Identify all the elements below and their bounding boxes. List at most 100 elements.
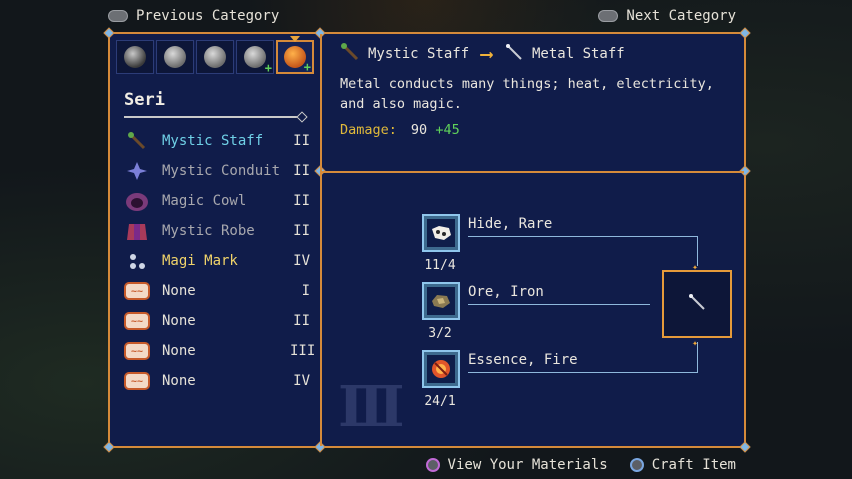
item-label: Mystic Robe	[162, 223, 255, 239]
view-materials-label: View Your Materials	[447, 457, 608, 473]
shoulder-button-icon	[598, 10, 619, 22]
list-item[interactable]: Magic Cowl II	[124, 186, 310, 216]
list-item[interactable]: Magi Mark IV	[124, 246, 310, 276]
cowl-icon	[124, 190, 150, 212]
material-name: Ore, Iron	[468, 284, 544, 300]
staff-icon	[340, 42, 360, 66]
item-tier: II	[293, 193, 310, 209]
empty-slot-icon: ~~	[124, 340, 150, 362]
material-slot[interactable]	[422, 282, 460, 320]
craft-item-label: Craft Item	[651, 457, 736, 473]
item-label: None	[162, 283, 196, 299]
ore-icon	[427, 287, 455, 315]
shoulder-button-icon	[108, 10, 128, 22]
name-underline	[124, 116, 302, 118]
item-label: Magi Mark	[162, 253, 238, 269]
character-portrait-icon	[244, 46, 266, 68]
list-item[interactable]: Mystic Robe II	[124, 216, 310, 246]
previous-category-label: Previous Category	[136, 8, 280, 24]
character-portrait-icon	[204, 46, 226, 68]
square-button-icon	[425, 458, 440, 472]
list-item[interactable]: Mystic Staff II	[124, 126, 310, 156]
next-category-hint[interactable]: Next Category	[598, 6, 736, 26]
damage-stat: Damage: 90 +45	[340, 122, 460, 138]
crafting-panel: + + Seri Mystic Staff II Mystic Conduit …	[103, 27, 751, 453]
material-name: Hide, Rare	[468, 216, 553, 232]
item-label: Magic Cowl	[162, 193, 247, 209]
tab-character-3[interactable]	[196, 40, 234, 74]
damage-base: 90	[410, 122, 428, 138]
item-tier: II	[293, 133, 310, 149]
character-portrait-icon	[284, 46, 306, 68]
material-count: 24/1	[424, 394, 456, 409]
selected-arrow-icon	[290, 36, 300, 42]
bottom-controls: View Your Materials Craft Item	[425, 457, 736, 473]
fire-essence-icon	[427, 355, 455, 383]
hide-icon	[427, 219, 455, 247]
plus-icon: +	[264, 61, 272, 75]
material-count: 11/4	[424, 258, 456, 273]
item-label: None	[162, 373, 196, 389]
item-tier: I	[301, 283, 310, 299]
item-tier: III	[290, 343, 316, 359]
metal-staff-icon	[504, 42, 524, 66]
connector-line	[468, 304, 650, 305]
tier-indicator: III	[338, 374, 405, 440]
panel-divider-vertical	[320, 34, 322, 446]
item-tier: IV	[293, 253, 310, 269]
list-item[interactable]: ~~ None IV	[124, 366, 310, 396]
metal-staff-icon	[685, 290, 709, 318]
list-item[interactable]: ~~ None II	[124, 306, 310, 336]
empty-slot-icon: ~~	[124, 280, 150, 302]
crafted-result-slot[interactable]	[662, 270, 732, 338]
upgrade-from: Mystic Staff	[368, 46, 470, 62]
sparkle-icon: ✦	[692, 262, 699, 273]
conduit-icon	[124, 160, 150, 182]
tab-character-5[interactable]: +	[276, 36, 314, 74]
item-tier: II	[293, 223, 310, 239]
tab-character-4[interactable]: +	[236, 40, 274, 75]
amulet-icon	[124, 250, 150, 272]
item-tier: II	[293, 313, 310, 329]
character-portrait-icon	[164, 46, 186, 68]
item-tier: IV	[293, 373, 310, 389]
upgrade-path: Mystic Staff ⟶ Metal Staff	[340, 42, 625, 66]
list-item[interactable]: Mystic Conduit II	[124, 156, 310, 186]
plus-icon: +	[303, 60, 311, 74]
item-label: Mystic Conduit	[162, 163, 281, 179]
tab-character-1[interactable]	[116, 40, 154, 74]
connector-line	[468, 372, 698, 373]
character-portrait-icon	[124, 46, 146, 68]
equipment-list: Mystic Staff II Mystic Conduit II Magic …	[124, 126, 316, 396]
character-name: Seri	[124, 90, 165, 110]
sparkle-icon: ✦	[692, 338, 699, 349]
staff-icon	[124, 130, 150, 152]
material-name: Essence, Fire	[468, 352, 578, 368]
list-item[interactable]: ~~ None III	[124, 336, 316, 366]
previous-category-hint[interactable]: Previous Category	[108, 6, 279, 26]
connector-line	[468, 236, 698, 237]
item-label: None	[162, 343, 196, 359]
damage-bonus: +45	[435, 122, 460, 138]
tab-character-2[interactable]	[156, 40, 194, 74]
item-tier: II	[293, 163, 310, 179]
damage-label: Damage:	[340, 122, 397, 138]
x-button-icon	[629, 458, 644, 472]
robe-icon	[124, 220, 150, 242]
arrow-right-icon: ⟶	[481, 43, 492, 65]
empty-slot-icon: ~~	[124, 310, 150, 332]
panel-divider-horizontal	[322, 171, 744, 173]
item-description: Metal conducts many things; heat, electr…	[340, 76, 714, 112]
character-tabs: + +	[116, 36, 314, 75]
item-label: Mystic Staff	[162, 133, 264, 149]
item-label: None	[162, 313, 196, 329]
craft-item-hint[interactable]: Craft Item	[629, 457, 736, 473]
list-item[interactable]: ~~ None I	[124, 276, 310, 306]
material-slot[interactable]	[422, 350, 460, 388]
next-category-label: Next Category	[626, 8, 736, 24]
empty-slot-icon: ~~	[124, 370, 150, 392]
view-materials-hint[interactable]: View Your Materials	[425, 457, 608, 473]
material-count: 3/2	[428, 326, 452, 341]
upgrade-to: Metal Staff	[532, 46, 625, 62]
material-slot[interactable]	[422, 214, 460, 252]
